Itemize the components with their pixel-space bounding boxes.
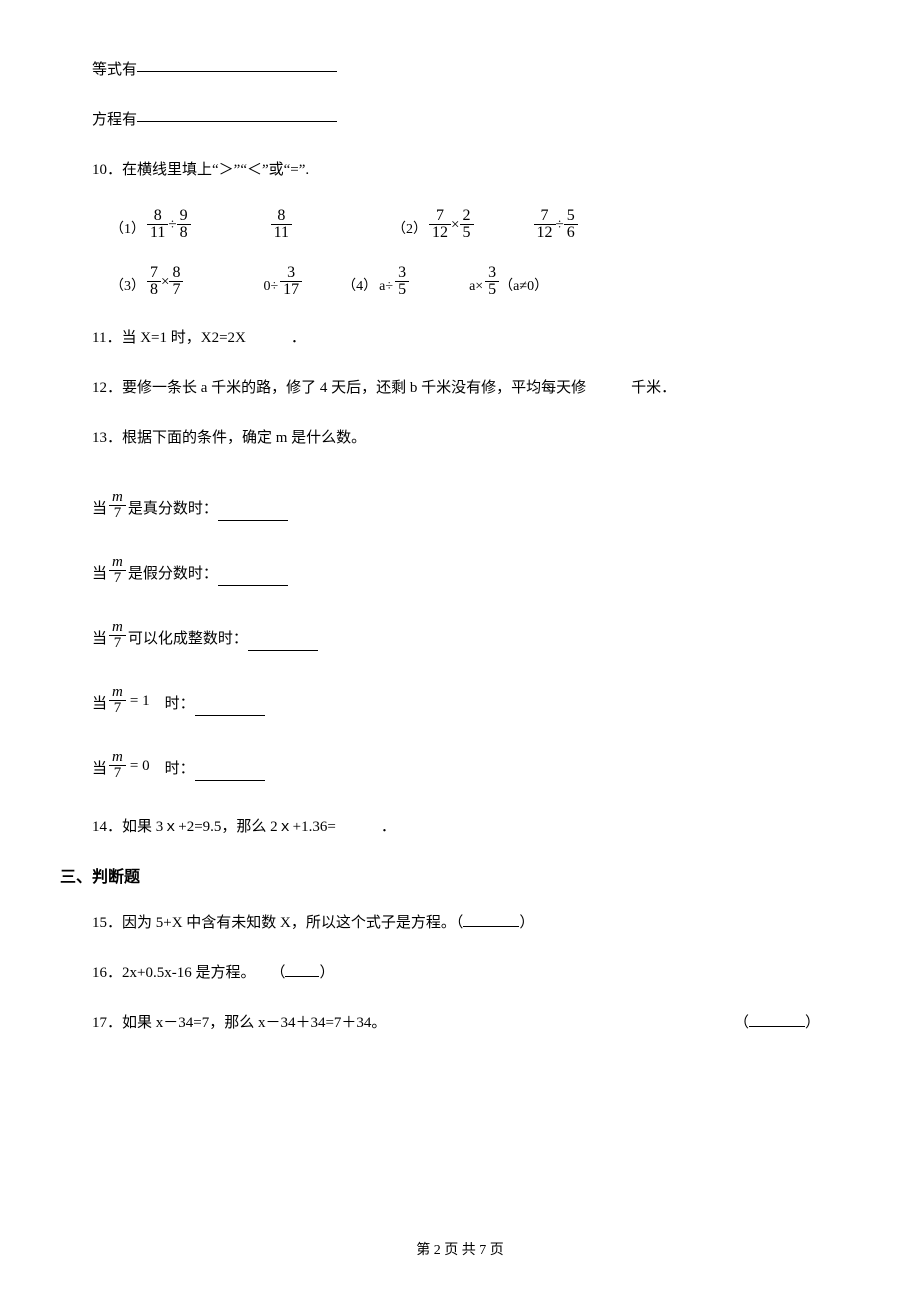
operator: × — [451, 213, 459, 237]
fraction-m7: m7 — [109, 685, 126, 716]
answer-blank[interactable] — [285, 976, 319, 977]
fangcheng-label: 方程有 — [92, 112, 137, 128]
operator: × — [161, 270, 169, 294]
fraction: 98 — [177, 208, 191, 241]
suffix-text: 是真分数时： — [128, 497, 218, 521]
condition-text: （a≠0） — [499, 276, 550, 298]
q17: 17．如果 x－34=7，那么 x－34＋34=7＋34。 （ ） — [60, 1011, 834, 1035]
answer-blank[interactable] — [195, 715, 265, 716]
fraction-m7: m7 — [109, 620, 126, 651]
close-paren: ） — [519, 915, 534, 931]
open-paren: （ — [734, 1015, 749, 1031]
expression: a× — [469, 276, 485, 298]
q13-sub-false: 当 m7 是假分数时： — [60, 555, 834, 586]
question-text: ．如果 x－34=7，那么 x－34＋34=7＋34。 — [107, 1015, 386, 1031]
fraction: 56 — [564, 208, 578, 241]
question-text: ．在横线里填上“＞”“＜”或“=”. — [107, 162, 309, 178]
suffix-text: 时： — [150, 692, 195, 716]
q12: 12．要修一条长 a 千米的路，修了 4 天后，还剩 b 千米没有修，平均每天修… — [60, 376, 834, 400]
suffix-text: 是假分数时： — [128, 562, 218, 586]
answer-blank[interactable] — [749, 1026, 805, 1027]
document-page: 等式有 方程有 10．在横线里填上“＞”“＜”或“=”. （1） 811÷98 … — [0, 0, 920, 1302]
fraction: 712 — [429, 208, 451, 241]
close-paren: ） — [319, 965, 334, 981]
answer-blank[interactable] — [248, 650, 318, 651]
answer-blank[interactable] — [218, 520, 288, 521]
q14: 14．如果 3ｘ+2=9.5，那么 2ｘ+1.36= ． — [60, 815, 834, 839]
question-text: ．如果 3ｘ+2=9.5，那么 2ｘ+1.36= ． — [107, 819, 396, 835]
q11: 11．当 X=1 时，X2=2X ． — [60, 326, 834, 350]
lead-text: 当 — [92, 562, 107, 586]
fraction: 35 — [485, 265, 499, 298]
lead-text: 当 — [92, 757, 107, 781]
q16: 16．2x+0.5x-16 是方程。 （ ） — [60, 961, 834, 985]
suffix-text: 时： — [150, 757, 195, 781]
question-number: 13 — [92, 426, 107, 450]
expression: a÷ — [379, 276, 395, 298]
fraction: 811 — [271, 208, 292, 241]
answer-blank[interactable] — [195, 780, 265, 781]
q13-sub-int: 当 m7 可以化成整数时： — [60, 620, 834, 651]
fraction: 25 — [460, 208, 474, 241]
fraction-m7: m7 — [109, 555, 126, 586]
question-text: ．要修一条长 a 千米的路，修了 4 天后，还剩 b 千米没有修，平均每天修 千… — [107, 380, 676, 396]
question-text: ．当 X=1 时，X2=2X ． — [106, 330, 305, 346]
answer-blank[interactable] — [137, 71, 337, 72]
question-text: ．因为 5+X 中含有未知数 X，所以这个式子是方程。（ — [107, 915, 463, 931]
question-text: ．根据下面的条件，确定 m 是什么数。 — [107, 430, 366, 446]
question-text: ．2x+0.5x-16 是方程。 （ — [107, 965, 285, 981]
question-number: 10 — [92, 158, 107, 182]
equations-have-line: 等式有 — [60, 58, 834, 82]
question-number: 15 — [92, 911, 107, 935]
q13: 13．根据下面的条件，确定 m 是什么数。 — [60, 426, 834, 450]
close-paren: ） — [805, 1015, 820, 1031]
operator: ÷ — [168, 213, 176, 237]
q13-sub-eq0: 当 m7 = 0 时： — [60, 750, 834, 781]
fraction: 35 — [395, 265, 409, 298]
suffix-text: 可以化成整数时： — [128, 627, 248, 651]
answer-blank[interactable] — [463, 926, 519, 927]
q13-sub-true: 当 m7 是真分数时： — [60, 490, 834, 521]
fraction: 712 — [534, 208, 556, 241]
answer-blank[interactable] — [218, 585, 288, 586]
section-3-heading: 三、判断题 — [60, 865, 834, 891]
fraction: 317 — [280, 265, 302, 298]
sub-index: （4） — [342, 276, 379, 298]
q10-row2: （3） 78×87 0÷317 （4） a÷35 a×35（a≠0） — [60, 265, 834, 298]
lead-text: 当 — [92, 692, 107, 716]
lead-text: 当 — [92, 627, 107, 651]
q13-sub-eq1: 当 m7 = 1 时： — [60, 685, 834, 716]
answer-blank[interactable] — [137, 121, 337, 122]
page-footer: 第 2 页 共 7 页 — [0, 1240, 920, 1262]
operator: ÷ — [556, 213, 564, 237]
equals-zero: = 0 — [128, 754, 150, 778]
question-number: 16 — [92, 961, 107, 985]
question-number: 11 — [92, 326, 106, 350]
fraction: 78 — [147, 265, 161, 298]
sub-index: （3） — [110, 276, 147, 298]
fraction-m7: m7 — [109, 490, 126, 521]
question-number: 12 — [92, 376, 107, 400]
fraction: 811 — [147, 208, 168, 241]
fraction-m7: m7 — [109, 750, 126, 781]
q10-row1: （1） 811÷98 811 （2） 712×25 712÷56 — [60, 208, 834, 241]
sub-index: （2） — [392, 219, 429, 241]
equations-label: 等式有 — [92, 62, 137, 78]
q10: 10．在横线里填上“＞”“＜”或“=”. — [60, 158, 834, 182]
sub-index: （1） — [110, 219, 147, 241]
q15: 15．因为 5+X 中含有未知数 X，所以这个式子是方程。（ ） — [60, 911, 834, 935]
question-number: 17 — [92, 1011, 107, 1035]
fraction: 87 — [169, 265, 183, 298]
lead-text: 当 — [92, 497, 107, 521]
expression: 0÷ — [263, 276, 280, 298]
fangcheng-have-line: 方程有 — [60, 108, 834, 132]
equals-one: = 1 — [128, 689, 150, 713]
question-number: 14 — [92, 815, 107, 839]
